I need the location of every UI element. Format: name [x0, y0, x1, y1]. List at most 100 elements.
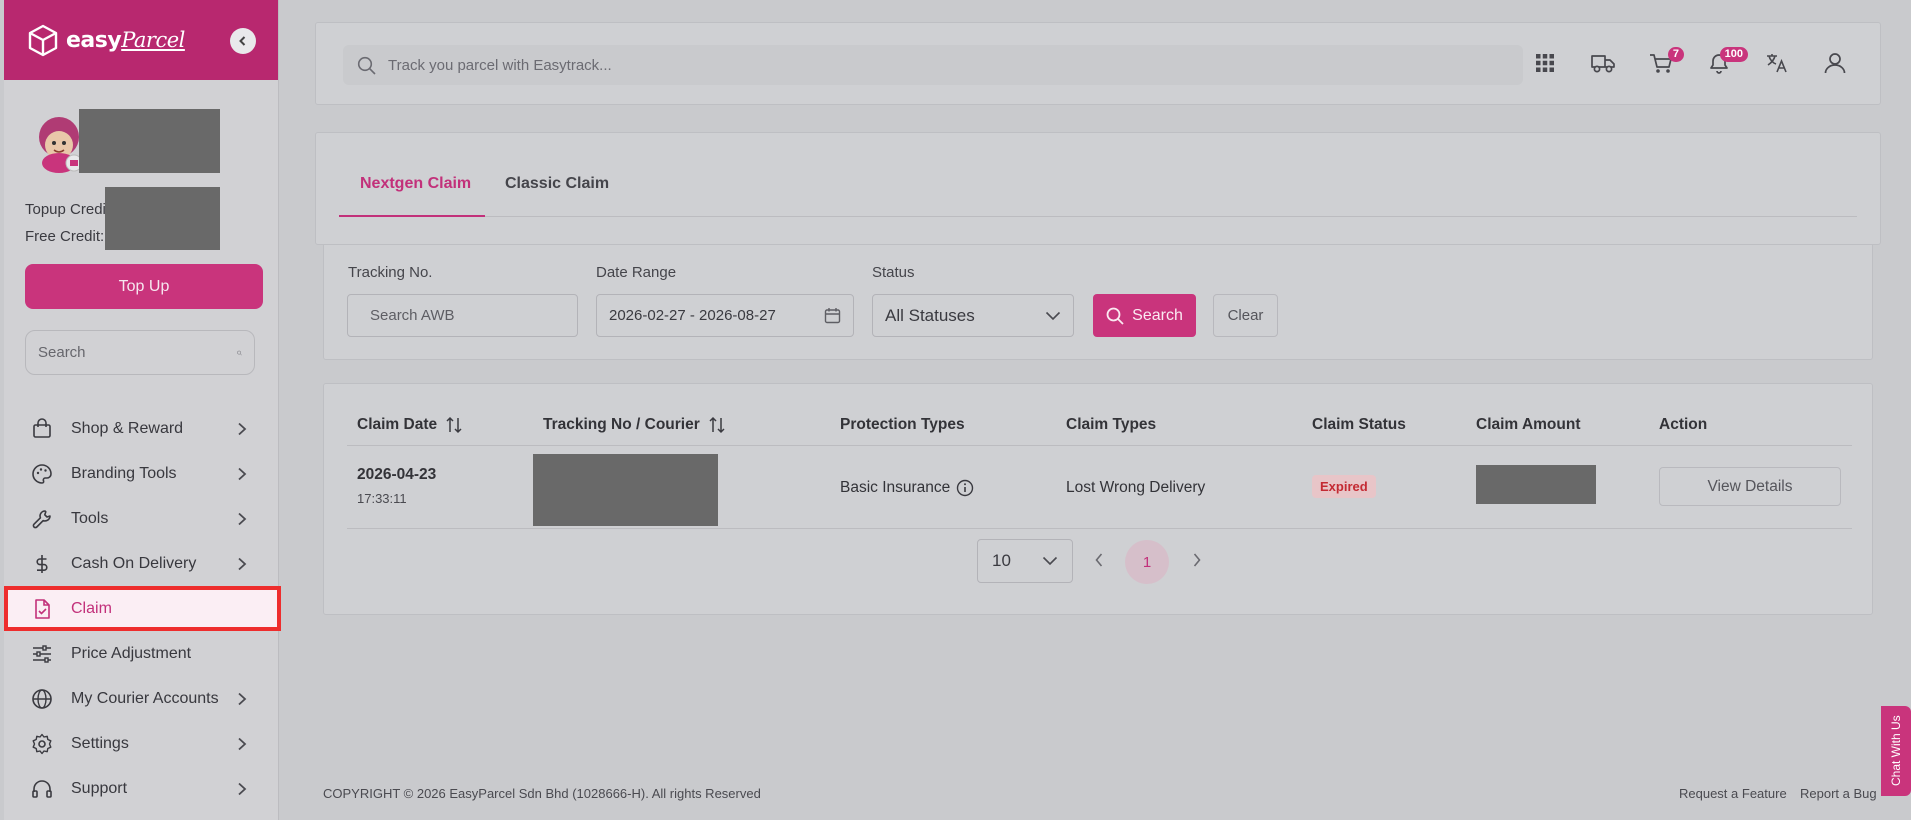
sidebar-item-label: Price Adjustment: [71, 644, 192, 662]
gear-icon: [30, 732, 54, 756]
sidebar-item-label: Tools: [71, 509, 109, 527]
wrench-icon: [30, 507, 54, 531]
cart-count-badge: 7: [1667, 47, 1684, 62]
tracking-label: Tracking No.: [348, 264, 433, 281]
request-feature-link[interactable]: Request a Feature: [1679, 786, 1787, 801]
protection-type: Basic Insurance: [840, 479, 974, 497]
top-icons: 7 100: [1530, 43, 1850, 83]
tracking-input[interactable]: [370, 307, 569, 324]
sidebar-item-settings[interactable]: Settings: [4, 721, 279, 766]
chat-with-us-button[interactable]: Chat With Us: [1881, 706, 1911, 796]
prev-page-icon[interactable]: [1094, 552, 1104, 568]
claims-table: Claim Date Tracking No / Courier Protect…: [323, 383, 1873, 615]
chevron-left-icon: [239, 36, 246, 46]
easytrack-search-input[interactable]: [388, 56, 1523, 74]
shipment-button[interactable]: [1588, 43, 1618, 83]
search-icon: [1106, 307, 1124, 325]
translate-icon: [1767, 54, 1787, 73]
chevron-right-icon: [238, 512, 247, 525]
claim-doc-icon: [30, 597, 54, 621]
globe-icon: [30, 687, 54, 711]
brand-header: easyParcel: [4, 0, 278, 80]
header-claim-date[interactable]: Claim Date: [357, 416, 463, 434]
protection-type-label: Basic Insurance: [840, 479, 951, 496]
page-size-select[interactable]: 10: [977, 539, 1073, 583]
sidebar-item-shop-reward[interactable]: Shop & Reward: [4, 406, 279, 451]
chevron-down-icon: [1042, 556, 1058, 566]
header-label: Tracking No / Courier: [543, 416, 700, 433]
sidebar-item-label: Branding Tools: [71, 464, 177, 482]
language-button[interactable]: [1762, 43, 1792, 83]
search-button[interactable]: Search: [1093, 294, 1196, 337]
cart-button[interactable]: 7: [1646, 43, 1684, 83]
apps-grid-button[interactable]: [1530, 43, 1560, 83]
chevron-right-icon: [238, 467, 247, 480]
header-claim-status: Claim Status: [1312, 416, 1406, 433]
chevron-right-icon: [238, 422, 247, 435]
tab-divider: [339, 216, 1857, 217]
grid-icon: [1536, 54, 1554, 72]
claim-tabs: Nextgen Claim Classic Claim: [315, 132, 1881, 245]
sidebar-item-support[interactable]: Support: [4, 766, 279, 811]
header-protection-types: Protection Types: [840, 416, 965, 433]
page-1-button[interactable]: 1: [1125, 540, 1169, 584]
easytrack-search[interactable]: [343, 45, 1523, 85]
clear-button[interactable]: Clear: [1213, 294, 1278, 337]
sidebar-item-claim[interactable]: Claim: [4, 586, 281, 631]
chevron-right-icon: [238, 782, 247, 795]
user-icon: [1824, 53, 1846, 74]
sidebar-item-branding-tools[interactable]: Branding Tools: [4, 451, 279, 496]
chevron-down-icon: [1045, 311, 1061, 320]
sidebar-item-cash-on-delivery[interactable]: Cash On Delivery: [4, 541, 279, 586]
active-tab-indicator: [339, 215, 485, 217]
filter-panel: Tracking No. Date Range 2026-02-27 - 202…: [323, 245, 1873, 360]
sidebar-search[interactable]: [25, 330, 255, 375]
redacted-tracking-courier: [533, 454, 718, 526]
claim-time: 17:33:11: [357, 491, 407, 506]
status-select[interactable]: All Statuses: [872, 294, 1074, 337]
header-action: Action: [1659, 416, 1708, 433]
status-badge: Expired: [1312, 475, 1376, 498]
sort-icon: [709, 416, 725, 434]
sidebar-item-label: Settings: [71, 734, 129, 752]
sidebar-item-my-courier-accounts[interactable]: My Courier Accounts: [4, 676, 279, 721]
free-credit-label: Free Credit:: [25, 228, 105, 245]
profile-button[interactable]: [1820, 43, 1850, 83]
next-page-icon[interactable]: [1192, 552, 1202, 568]
header-label: Claim Date: [357, 416, 438, 433]
top-bar: 7 100: [315, 22, 1881, 105]
copyright-text: COPYRIGHT © 2026 EasyParcel Sdn Bhd (102…: [323, 786, 761, 801]
sidebar-menu: Shop & Reward Branding Tools Tools Cash …: [4, 406, 281, 811]
info-icon[interactable]: [956, 479, 974, 497]
report-bug-link[interactable]: Report a Bug: [1800, 786, 1877, 801]
date-range-label: Date Range: [596, 264, 677, 281]
sidebar-item-price-adjustment[interactable]: Price Adjustment: [4, 631, 279, 676]
tab-nextgen-claim[interactable]: Nextgen Claim: [360, 175, 471, 193]
easyparcel-logo[interactable]: easyParcel: [26, 23, 185, 57]
notifications-button[interactable]: 100: [1704, 43, 1748, 83]
tab-classic-claim[interactable]: Classic Claim: [505, 175, 609, 193]
search-icon: [357, 56, 376, 75]
claim-type: Lost Wrong Delivery: [1066, 479, 1206, 496]
view-details-button[interactable]: View Details: [1659, 467, 1841, 506]
sidebar-search-input[interactable]: [38, 344, 237, 361]
topup-credit-label: Topup Credit:: [25, 201, 115, 218]
top-up-button[interactable]: Top Up: [25, 264, 263, 309]
sliders-icon: [30, 642, 54, 666]
brand-name: easyParcel: [66, 27, 185, 53]
header-claim-types: Claim Types: [1066, 416, 1157, 433]
search-icon: [237, 350, 242, 355]
sidebar: easyParcel Topup Credit: Free Credit: To…: [4, 0, 281, 820]
date-range-field[interactable]: 2026-02-27 - 2026-08-27: [596, 294, 854, 337]
sidebar-item-label: Shop & Reward: [71, 419, 184, 437]
header-tracking-courier[interactable]: Tracking No / Courier: [543, 416, 726, 434]
redacted-claim-amount: [1476, 465, 1596, 504]
collapse-sidebar-button[interactable]: [230, 28, 256, 54]
sidebar-item-label: Cash On Delivery: [71, 554, 197, 572]
chevron-right-icon: [238, 557, 247, 570]
redacted-username: [79, 109, 220, 173]
redacted-credit-values: [105, 187, 220, 250]
sidebar-item-label: Support: [71, 779, 128, 797]
tracking-field[interactable]: [347, 294, 578, 337]
sidebar-item-tools[interactable]: Tools: [4, 496, 279, 541]
